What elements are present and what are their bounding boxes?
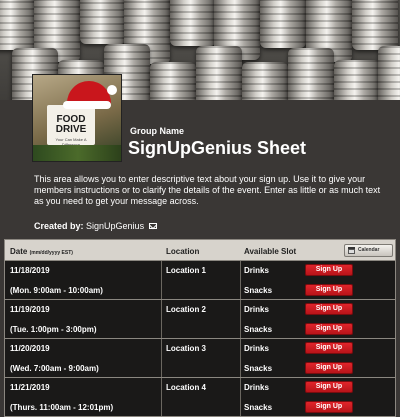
sign-up-button[interactable]: Sign Up: [305, 362, 353, 374]
row-date: 11/21/2019: [10, 383, 50, 392]
sign-up-button[interactable]: Sign Up: [305, 342, 353, 354]
row-date: 11/19/2019: [10, 305, 50, 314]
slot-name: Snacks: [244, 325, 273, 334]
slot-name: Drinks: [244, 305, 269, 314]
sign-up-button[interactable]: Sign Up: [305, 284, 353, 296]
slot-name: Snacks: [244, 364, 273, 373]
calendar-button[interactable]: Calendar: [344, 244, 393, 257]
sign-up-button[interactable]: Sign Up: [305, 401, 353, 413]
date-format: (mm/dd/yyyy EST): [29, 250, 73, 256]
signup-table: Date (mm/dd/yyyy EST) Location Available…: [4, 239, 396, 417]
slot-name: Snacks: [244, 403, 273, 412]
sign-up-button[interactable]: Sign Up: [305, 323, 353, 335]
divider: [161, 261, 162, 299]
slot-name: Drinks: [244, 383, 269, 392]
created-by-label: Created by:: [34, 221, 84, 231]
slot-name: Drinks: [244, 266, 269, 275]
thumbnail-title: FOOD DRIVE: [55, 114, 87, 135]
divider: [161, 378, 162, 416]
divider: [240, 339, 241, 377]
santa-hat-band: [63, 101, 111, 109]
row-location: Location 4: [166, 383, 207, 392]
row-time: (Tue. 1:00pm - 3:00pm): [10, 325, 97, 334]
calendar-button-label: Calendar: [358, 247, 380, 253]
sign-up-button[interactable]: Sign Up: [305, 264, 353, 276]
table-row: 11/20/2019 (Wed. 7:00am - 9:00am) Locati…: [4, 339, 396, 378]
divider: [240, 261, 241, 299]
row-date: 11/20/2019: [10, 344, 50, 353]
row-location: Location 2: [166, 305, 207, 314]
food-drive-thumbnail: FOOD DRIVE Your Can Make A Difference: [32, 74, 122, 162]
calendar-icon: [348, 247, 355, 254]
can: [150, 62, 196, 100]
can: [352, 0, 398, 50]
can: [80, 0, 126, 44]
group-name: Group Name: [130, 126, 185, 136]
table-row: 11/18/2019 (Mon. 9:00am - 10:00am) Locat…: [4, 261, 396, 300]
creator-name[interactable]: SignUpGenius: [86, 221, 144, 231]
santa-hat-pom: [107, 85, 117, 95]
table-header: Date (mm/dd/yyyy EST) Location Available…: [4, 239, 396, 261]
slot-name: Drinks: [244, 344, 269, 353]
mail-icon[interactable]: [148, 223, 157, 229]
divider: [161, 300, 162, 338]
greenery: [33, 145, 121, 161]
divider: [240, 300, 241, 338]
sign-up-button[interactable]: Sign Up: [305, 381, 353, 393]
sign-up-button[interactable]: Sign Up: [305, 303, 353, 315]
row-time: (Mon. 9:00am - 10:00am): [10, 286, 103, 295]
row-location: Location 3: [166, 344, 207, 353]
sheet-description: This area allows you to enter descriptiv…: [34, 174, 381, 206]
can: [334, 60, 380, 100]
table-row: 11/21/2019 (Thurs. 11:00am - 12:01pm) Lo…: [4, 378, 396, 417]
page-title: SignUpGenius Sheet: [128, 138, 307, 158]
can: [196, 46, 242, 100]
can: [242, 62, 288, 100]
table-row: 11/19/2019 (Tue. 1:00pm - 3:00pm) Locati…: [4, 300, 396, 339]
divider: [240, 378, 241, 416]
created-by: Created by: SignUpGenius: [34, 221, 157, 231]
column-header-slot: Available Slot: [244, 247, 297, 256]
can: [378, 46, 400, 100]
can: [170, 0, 216, 46]
row-time: (Wed. 7:00am - 9:00am): [10, 364, 99, 373]
slot-name: Snacks: [244, 286, 273, 295]
row-location: Location 1: [166, 266, 207, 275]
can: [288, 48, 334, 100]
can: [260, 0, 306, 48]
column-header-location: Location: [166, 247, 200, 256]
row-date: 11/18/2019: [10, 266, 50, 275]
can: [0, 0, 36, 50]
column-header-date: Date (mm/dd/yyyy EST): [10, 247, 73, 256]
divider: [161, 339, 162, 377]
row-time: (Thurs. 11:00am - 12:01pm): [10, 403, 114, 412]
